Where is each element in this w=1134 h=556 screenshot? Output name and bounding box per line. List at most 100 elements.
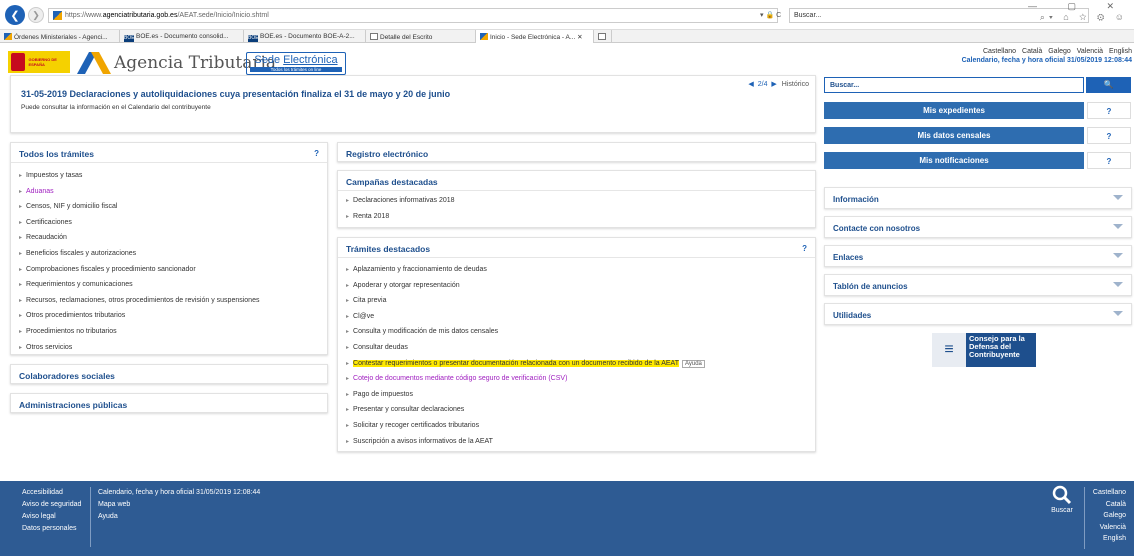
highlighted-link-text[interactable]: Contestar requerimientos o presentar doc…: [353, 359, 679, 367]
mis-notificaciones-help[interactable]: ?: [1087, 152, 1131, 169]
list-item[interactable]: Recursos, reclamaciones, otros procedimi…: [11, 293, 327, 309]
lang-catala[interactable]: Català: [1022, 48, 1042, 55]
campanas-title[interactable]: Campañas destacadas: [346, 177, 438, 187]
footer-aviso-legal-link[interactable]: Aviso legal: [22, 511, 81, 523]
list-item[interactable]: Requerimientos y comunicaciones: [11, 277, 327, 293]
accordion-contacte[interactable]: Contacte con nosotros: [824, 216, 1132, 238]
window-controls[interactable]: — ▢ ✕: [1028, 1, 1128, 12]
tramites-help-button[interactable]: ?: [802, 244, 807, 253]
news-box: 31-05-2019 Declaraciones y autoliquidaci…: [10, 75, 816, 133]
forward-arrow-icon[interactable]: ❯: [28, 7, 44, 23]
next-arrow-icon[interactable]: ▶: [771, 81, 776, 88]
tab-ordenes[interactable]: Órdenes Ministeriales - Agenci...: [0, 30, 120, 43]
colaboradores-title[interactable]: Colaboradores sociales: [19, 371, 115, 381]
footer-datos-personales-link[interactable]: Datos personales: [22, 523, 81, 535]
footer-lang-castellano[interactable]: Castellano: [1093, 487, 1126, 499]
ayuda-button[interactable]: Ayuda: [681, 359, 705, 368]
official-date-link[interactable]: Calendario, fecha y hora oficial 31/05/2…: [962, 57, 1132, 64]
list-item[interactable]: Procedimientos no tributarios: [11, 324, 327, 340]
tramites-title[interactable]: Trámites destacados: [346, 244, 430, 254]
list-item[interactable]: Beneficios fiscales y autorizaciones: [11, 246, 327, 262]
tab-inicio-sede[interactable]: Inicio - Sede Electrónica - A... ✕: [476, 30, 594, 43]
registro-title[interactable]: Registro electrónico: [346, 149, 428, 159]
list-item[interactable]: Otros procedimientos tributarios: [11, 308, 327, 324]
news-pager: ◀ 2/4 ▶ Histórico: [748, 80, 809, 88]
chevron-down-icon: [1113, 253, 1123, 258]
list-item[interactable]: Impuestos y tasas: [11, 168, 327, 184]
list-item[interactable]: Pago de impuestos: [338, 387, 815, 403]
url-path: /AEAT.sede/Inicio/Inicio.shtml: [177, 12, 269, 19]
sede-subtitle: Todos los trámites on line: [250, 67, 342, 72]
chevron-down-icon: [1113, 311, 1123, 316]
list-item[interactable]: Cotejo de documentos mediante código seg…: [338, 371, 815, 387]
footer-ayuda-link[interactable]: Ayuda: [98, 511, 260, 523]
list-item[interactable]: Cl@ve: [338, 309, 815, 325]
accordion-enlaces[interactable]: Enlaces: [824, 245, 1132, 267]
url-scheme: https://www.: [65, 12, 103, 19]
lang-valencia[interactable]: Valencià: [1077, 48, 1103, 55]
historico-link[interactable]: Histórico: [782, 81, 809, 88]
footer-aviso-seguridad-link[interactable]: Aviso de seguridad: [22, 499, 81, 511]
todos-help-button[interactable]: ?: [314, 149, 319, 158]
list-item[interactable]: Recaudación: [11, 230, 327, 246]
accordion-informacion[interactable]: Información: [824, 187, 1132, 209]
new-tab-button[interactable]: [594, 30, 612, 43]
mis-notificaciones-button[interactable]: Mis notificaciones: [824, 152, 1084, 169]
administraciones-box[interactable]: Administraciones públicas: [10, 393, 328, 413]
url-tools-icons[interactable]: ▾ 🔒 C: [760, 11, 781, 19]
footer-lang-english[interactable]: English: [1093, 533, 1126, 545]
administraciones-title[interactable]: Administraciones públicas: [19, 400, 127, 410]
mis-datos-censales-help[interactable]: ?: [1087, 127, 1131, 144]
accordion-title: Contacte con nosotros: [833, 224, 921, 233]
list-item[interactable]: Consulta y modificación de mis datos cen…: [338, 324, 815, 340]
list-item[interactable]: Otros servicios: [11, 340, 327, 356]
footer-lang-valencia[interactable]: Valencià: [1093, 522, 1126, 534]
list-item[interactable]: Solicitar y recoger certificados tributa…: [338, 418, 815, 434]
accordion-utilidades[interactable]: Utilidades: [824, 303, 1132, 325]
url-field[interactable]: https://www. agenciatributaria.gob.es/AEA…: [48, 8, 778, 23]
list-item[interactable]: Apoderar y otorgar representación: [338, 278, 815, 294]
tab-detalle-escrito[interactable]: Detalle del Escrito: [366, 30, 476, 43]
footer-accesibilidad-link[interactable]: Accesibilidad: [22, 487, 81, 499]
footer-search-button[interactable]: Buscar: [1042, 485, 1082, 514]
back-arrow-icon[interactable]: ❮: [5, 5, 25, 25]
aeat-logo-icon[interactable]: [77, 52, 111, 74]
list-item[interactable]: Aduanas: [11, 184, 327, 200]
lang-english[interactable]: English: [1109, 48, 1132, 55]
list-item[interactable]: Censos, NIF y domicilio fiscal: [11, 199, 327, 215]
consejo-defensa-banner[interactable]: ≡ Consejo para la Defensa del Contribuye…: [932, 333, 1036, 367]
list-item[interactable]: Renta 2018: [338, 209, 815, 225]
footer-lang-galego[interactable]: Galego: [1093, 510, 1126, 522]
list-item[interactable]: Suscripción a avisos informativos de la …: [338, 434, 815, 450]
footer-calendario-link[interactable]: Calendario, fecha y hora oficial 31/05/2…: [98, 487, 260, 499]
search-icon[interactable]: 🔍: [1086, 77, 1131, 93]
mis-expedientes-button[interactable]: Mis expedientes: [824, 102, 1084, 119]
colaboradores-box[interactable]: Colaboradores sociales: [10, 364, 328, 384]
tab-boe-consolidado[interactable]: BOEBOE.es - Documento consolid...: [120, 30, 244, 43]
coat-of-arms-icon: [11, 53, 26, 71]
footer-mapa-web-link[interactable]: Mapa web: [98, 499, 260, 511]
list-item[interactable]: Certificaciones: [11, 215, 327, 231]
list-item[interactable]: Aplazamiento y fraccionamiento de deudas: [338, 262, 815, 278]
todos-tramites-title[interactable]: Todos los trámites: [19, 149, 94, 159]
list-item[interactable]: Presentar y consultar declaraciones: [338, 402, 815, 418]
browser-toolbar-icons[interactable]: ⌕▾ ⌂ ☆ ⚙ ☺: [1040, 12, 1128, 23]
list-item[interactable]: Declaraciones informativas 2018: [338, 193, 815, 209]
prev-arrow-icon[interactable]: ◀: [748, 81, 753, 88]
site-search-input[interactable]: Buscar...: [824, 77, 1084, 93]
footer-lang-catala[interactable]: Català: [1093, 499, 1126, 511]
tab-boe-documento[interactable]: BOEBOE.es - Documento BOE-A-2...: [244, 30, 366, 43]
list-item[interactable]: Consultar deudas: [338, 340, 815, 356]
list-item-highlighted[interactable]: Contestar requerimientos o presentar doc…: [338, 356, 815, 372]
registro-box[interactable]: Registro electrónico: [337, 142, 816, 162]
accordion-tablon[interactable]: Tablón de anuncios: [824, 274, 1132, 296]
list-item[interactable]: Comprobaciones fiscales y procedimiento …: [11, 262, 327, 278]
sede-electronica-logo[interactable]: Sede Electrónica Todos los trámites on l…: [246, 52, 346, 75]
lang-galego[interactable]: Galego: [1048, 48, 1071, 55]
mis-expedientes-help[interactable]: ?: [1087, 102, 1131, 119]
mis-datos-censales-button[interactable]: Mis datos censales: [824, 127, 1084, 144]
list-item[interactable]: Cita previa: [338, 293, 815, 309]
lang-castellano[interactable]: Castellano: [983, 48, 1016, 55]
gobierno-logo[interactable]: GOBIERNO DE ESPAÑA: [8, 51, 70, 73]
news-title[interactable]: 31-05-2019 Declaraciones y autoliquidaci…: [21, 89, 450, 99]
